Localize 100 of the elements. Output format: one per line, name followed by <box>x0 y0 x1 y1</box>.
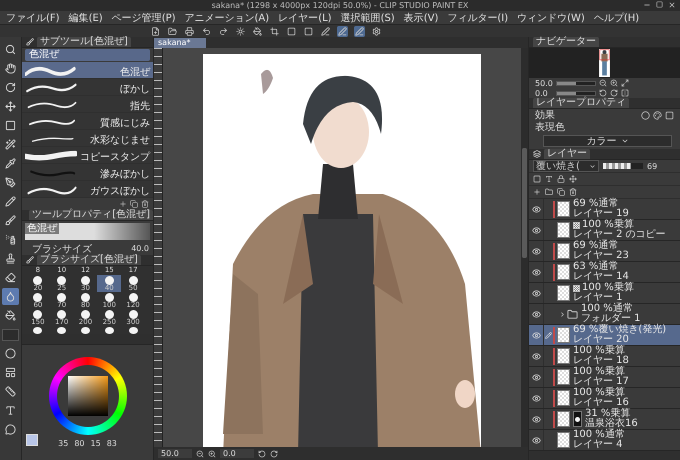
text-icon[interactable] <box>545 175 553 183</box>
folder-icon[interactable] <box>545 188 553 196</box>
zoom-slider[interactable] <box>556 80 596 86</box>
menu-item[interactable]: 表示(V) <box>404 10 438 24</box>
layer-row[interactable]: 100 %乗算 レイヤー 18 <box>529 346 680 367</box>
add-layer-icon[interactable] <box>533 188 541 196</box>
layer-row[interactable]: 100 %通常 フォルダー 1 <box>529 304 680 325</box>
zoom-field[interactable]: 50.0 <box>158 449 192 458</box>
menu-item[interactable]: 編集(E) <box>68 10 103 24</box>
maximize-icon[interactable] <box>656 1 663 8</box>
menu-item[interactable]: アニメーション(A) <box>184 10 270 24</box>
pen-line-icon[interactable] <box>355 26 364 36</box>
fill-icon[interactable] <box>253 26 262 36</box>
add-icon[interactable] <box>119 200 127 208</box>
expression-color-dropdown[interactable]: カラー <box>543 135 672 147</box>
sub-tool-item[interactable]: 指先 <box>22 96 153 113</box>
zoom-out-icon[interactable] <box>196 450 204 458</box>
size-dot[interactable] <box>57 327 66 334</box>
close-icon[interactable] <box>668 1 676 9</box>
sub-tool-item[interactable]: 色混ぜ <box>22 62 153 79</box>
layer-row[interactable]: 100 %乗算 レイヤー 2 のコピー <box>529 220 680 241</box>
document-tab[interactable]: sakana* <box>154 38 206 48</box>
sub-tool-item[interactable]: 滲みぼかし <box>22 164 153 181</box>
sub-tool-item[interactable]: ぼかし <box>22 79 153 96</box>
pen-line-icon[interactable] <box>321 26 330 36</box>
rotation-slider[interactable] <box>556 90 596 96</box>
square-icon[interactable] <box>304 26 313 36</box>
folder-icon[interactable] <box>168 26 177 36</box>
sun-icon[interactable] <box>236 26 245 36</box>
rotate-right-icon[interactable] <box>270 450 278 458</box>
color-swatch[interactable] <box>26 434 38 446</box>
menu-item[interactable]: レイヤー(L) <box>278 10 332 24</box>
opacity-value[interactable]: 69 <box>647 162 658 170</box>
size-dot[interactable] <box>33 327 42 334</box>
property-value[interactable]: 40.0 <box>131 244 149 253</box>
menu-item[interactable]: ヘルプ(H) <box>594 10 640 24</box>
eye-icon[interactable] <box>532 372 540 382</box>
eye-icon[interactable] <box>532 330 540 340</box>
panel-tab[interactable]: ナビゲーター <box>533 37 599 47</box>
scrollbar-thumb[interactable] <box>522 148 527 258</box>
eye-icon[interactable] <box>532 394 540 402</box>
pen-line-icon[interactable] <box>338 26 347 36</box>
trash-icon[interactable] <box>141 200 149 208</box>
layer-row[interactable]: 100 %乗算 レイヤー 1 <box>529 283 680 304</box>
expand-icon[interactable] <box>559 310 566 318</box>
color-square[interactable] <box>68 376 108 416</box>
menu-item[interactable]: フィルター(I) <box>447 10 508 24</box>
settings-icon[interactable] <box>372 26 381 36</box>
sub-tool-item[interactable]: コピースタンプ <box>22 147 153 164</box>
group-tab[interactable]: 色混ぜ <box>25 49 150 61</box>
panel-tab[interactable]: ブラシサイズ[色混ぜ] <box>37 255 141 265</box>
layer-row[interactable]: 69 %覆い焼き(発光) レイヤー 20 <box>529 325 680 346</box>
size-dot[interactable] <box>128 327 138 334</box>
sub-tool-item[interactable]: ガウスぼかし <box>22 181 153 198</box>
menu-item[interactable]: ウィンドウ(W) <box>517 10 585 24</box>
panel-tab[interactable]: サブツール[色混ぜ] <box>37 37 131 47</box>
new-file-icon[interactable] <box>151 26 160 36</box>
palette-icon[interactable] <box>653 111 662 120</box>
layer-row[interactable]: 69 %通常 レイヤー 23 <box>529 241 680 262</box>
layer-row[interactable]: 63 %通常 レイヤー 14 <box>529 262 680 283</box>
rotate-left-icon[interactable] <box>258 450 266 458</box>
move-icon[interactable] <box>569 175 577 183</box>
printer-icon[interactable] <box>185 26 194 36</box>
circle-icon[interactable] <box>641 111 650 120</box>
panel-tab[interactable]: ツールプロパティ[色混ぜ] <box>29 210 153 220</box>
trash-icon[interactable] <box>569 188 577 196</box>
square-icon[interactable] <box>665 111 674 120</box>
eye-icon[interactable] <box>532 352 540 360</box>
eye-icon[interactable] <box>532 436 540 444</box>
eye-icon[interactable] <box>532 310 540 318</box>
sub-tool-item[interactable]: 質感にじみ <box>22 113 153 130</box>
lock-icon[interactable] <box>557 175 565 183</box>
eye-icon[interactable] <box>532 226 540 234</box>
size-dot[interactable] <box>104 327 114 334</box>
menu-item[interactable]: ファイル(F) <box>6 10 60 24</box>
copy-icon[interactable] <box>557 188 565 196</box>
panel-tab[interactable]: レイヤープロパティ <box>533 98 629 108</box>
eye-icon[interactable] <box>532 288 540 298</box>
square-icon[interactable] <box>533 175 541 183</box>
crop-icon[interactable] <box>270 26 279 36</box>
menu-item[interactable]: 選択範囲(S) <box>340 10 395 24</box>
eye-icon[interactable] <box>532 268 540 276</box>
layer-row[interactable]: 100 %乗算 レイヤー 17 <box>529 367 680 388</box>
undo-icon[interactable] <box>202 26 211 36</box>
angle-field[interactable]: 0.0 <box>220 449 254 458</box>
size-dot[interactable] <box>80 327 90 334</box>
rotate-right-icon[interactable] <box>610 89 618 97</box>
sub-tool-item[interactable]: 水彩なじませ <box>22 130 153 147</box>
blend-mode-dropdown[interactable]: 覆い焼き( <box>533 160 599 172</box>
zoom-in-icon[interactable] <box>208 450 216 458</box>
layer-row[interactable]: 100 %通常 レイヤー 4 <box>529 430 680 451</box>
opacity-slider[interactable] <box>603 163 643 169</box>
layer-row[interactable]: 100 %乗算 レイヤー 16 <box>529 388 680 409</box>
zoom-out-icon[interactable] <box>599 79 607 87</box>
zoom-in-icon[interactable] <box>610 79 618 87</box>
layer-row[interactable]: 31 %乗算 温泉浴衣16 <box>529 409 680 430</box>
fit-icon[interactable] <box>621 79 629 87</box>
square-icon[interactable] <box>287 26 296 36</box>
redo-icon[interactable] <box>219 26 228 36</box>
eye-icon[interactable] <box>532 414 540 424</box>
